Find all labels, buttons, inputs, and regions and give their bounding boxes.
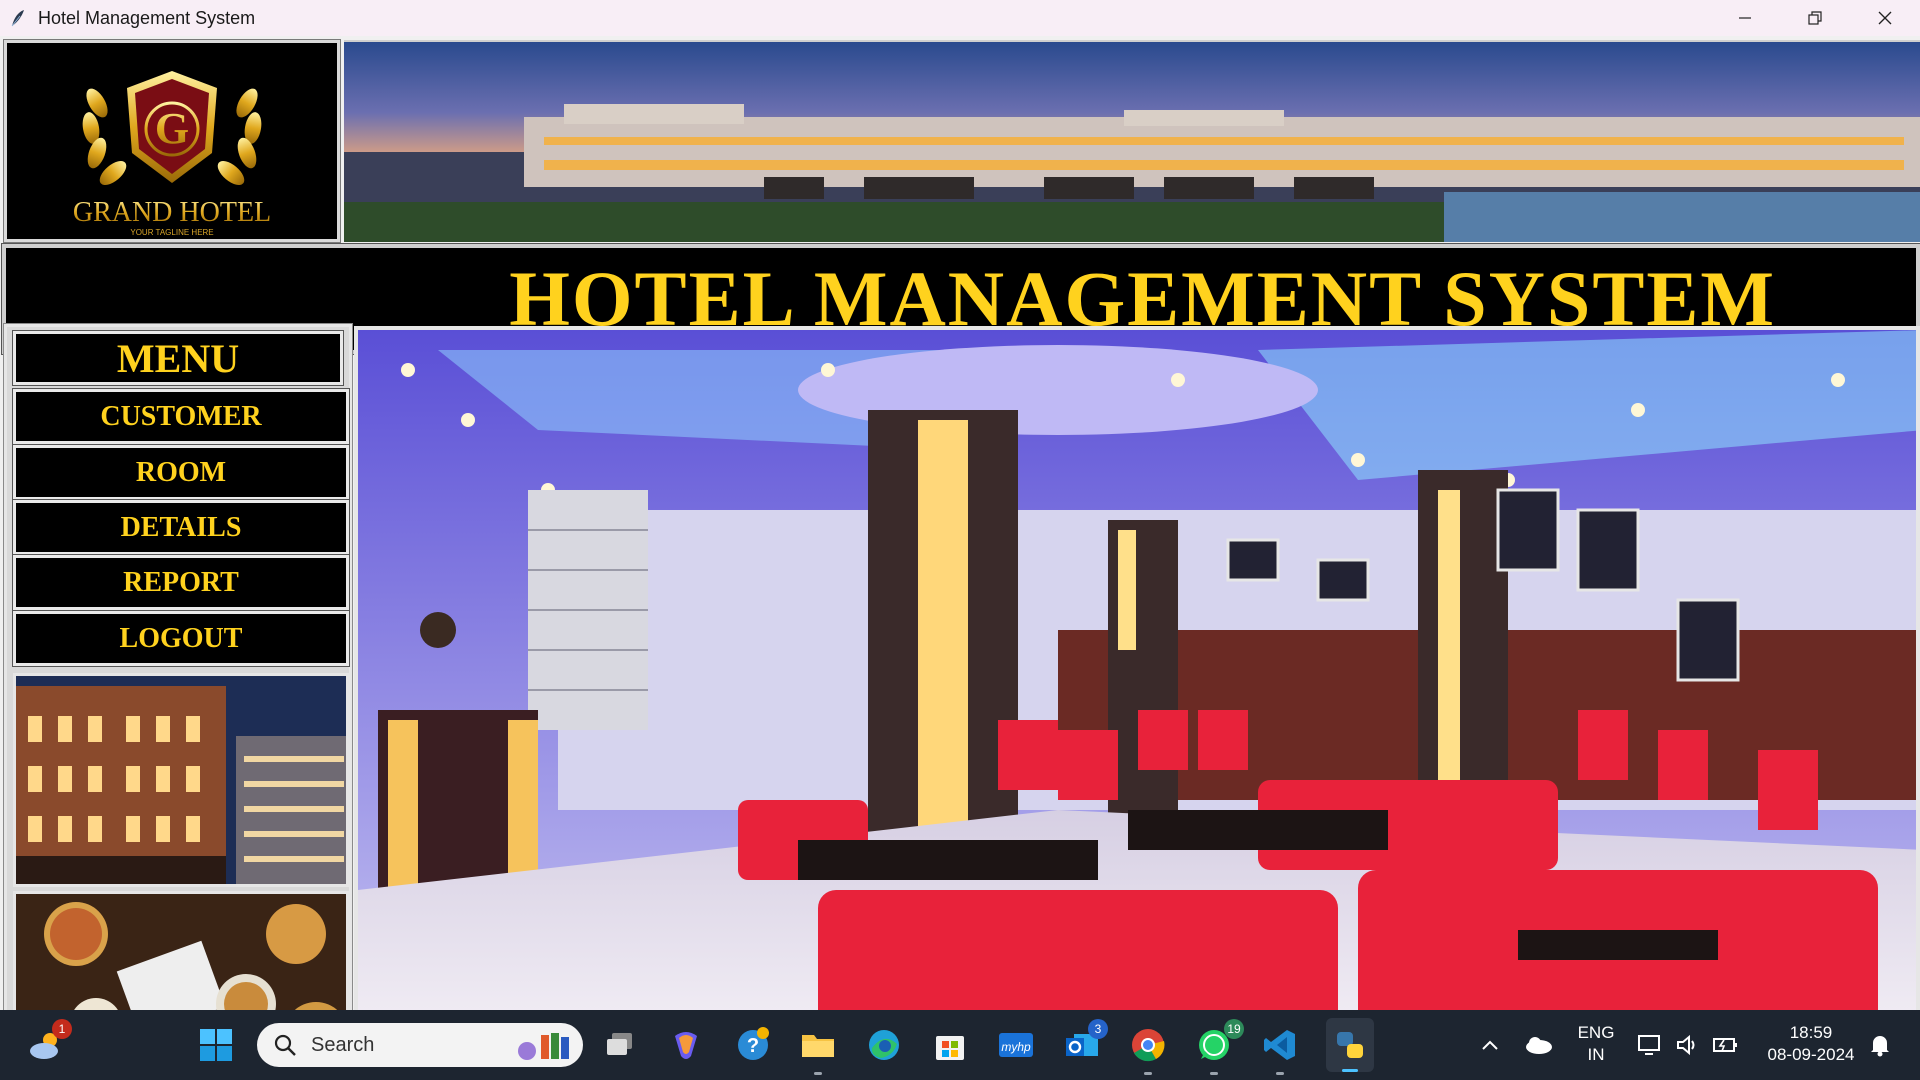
logo-tagline: YOUR TAGLINE HERE <box>130 228 213 237</box>
chrome-icon <box>1132 1029 1165 1062</box>
windows-taskbar: 1 Search ? myhp 3 19 ENG IN 18:59 08-09-… <box>0 1010 1920 1080</box>
svg-text:myhp: myhp <box>1001 1040 1031 1054</box>
file-explorer-button[interactable] <box>798 1025 838 1075</box>
network-icon <box>1638 1035 1660 1055</box>
running-indicator <box>814 1072 822 1075</box>
bell-icon <box>1871 1036 1889 1057</box>
logo-brand-text: GRAND HOTEL <box>73 197 271 228</box>
edge-button[interactable] <box>864 1025 904 1065</box>
menu-panel: MENU CUSTOMER ROOM DETAILS REPORT LOGOUT <box>3 323 353 1047</box>
onedrive-button[interactable] <box>1518 1025 1558 1065</box>
python-button[interactable] <box>1326 1018 1374 1072</box>
task-view-icon <box>607 1033 632 1055</box>
region-label: IN <box>1587 1045 1605 1064</box>
minimize-icon <box>1739 17 1751 19</box>
edge-icon <box>869 1030 899 1060</box>
language-indicator[interactable]: ENG IN <box>1576 1022 1616 1066</box>
vscode-button[interactable] <box>1260 1025 1300 1075</box>
myhp-button[interactable]: myhp <box>996 1025 1036 1065</box>
app-feather-icon <box>11 10 24 27</box>
hotel-logo: G GRAND HOTEL YOUR TAGLINE HERE <box>3 39 341 243</box>
active-indicator <box>1342 1069 1358 1072</box>
taskbar-search-box[interactable]: Search <box>257 1023 583 1067</box>
file-explorer-icon <box>802 1035 834 1057</box>
copilot-icon <box>675 1032 697 1059</box>
network-button[interactable] <box>1630 1025 1670 1065</box>
close-icon <box>1878 11 1892 25</box>
laurel-crest-icon: G GRAND HOTEL YOUR TAGLINE HERE <box>73 71 271 237</box>
hotel-building-image <box>13 673 349 887</box>
menu-title: MENU <box>12 330 344 386</box>
show-hidden-icons-button[interactable] <box>1470 1025 1510 1065</box>
restore-button[interactable] <box>1780 0 1850 36</box>
search-highlight-icon <box>518 1033 569 1060</box>
clock-time: 18:59 <box>1789 1023 1833 1042</box>
running-indicator <box>1144 1072 1152 1075</box>
cloud-icon <box>1526 1037 1552 1054</box>
help-button[interactable]: ? <box>733 1025 773 1065</box>
clock[interactable]: 18:59 08-09-2024 <box>1756 1022 1866 1066</box>
start-button[interactable] <box>196 1025 236 1065</box>
hotel-banner-image <box>344 40 1920 242</box>
clock-date: 08-09-2024 <box>1767 1045 1855 1064</box>
store-button[interactable] <box>930 1025 970 1065</box>
volume-button[interactable] <box>1668 1025 1708 1065</box>
store-icon <box>936 1036 964 1060</box>
windows-start-icon <box>200 1029 232 1061</box>
whatsapp-badge: 19 <box>1224 1019 1244 1039</box>
outlook-badge: 3 <box>1088 1019 1108 1039</box>
search-placeholder: Search <box>311 1033 375 1056</box>
restore-icon <box>1808 11 1822 25</box>
window-title: Hotel Management System <box>38 7 256 28</box>
logout-button[interactable]: LOGOUT <box>12 610 350 667</box>
outlook-button[interactable]: 3 <box>1062 1019 1108 1065</box>
running-indicator <box>1210 1072 1218 1075</box>
logo-initial: G <box>155 104 189 153</box>
notifications-button[interactable] <box>1860 1025 1900 1065</box>
running-indicator <box>1276 1072 1284 1075</box>
volume-icon <box>1677 1034 1695 1056</box>
report-button[interactable]: REPORT <box>12 554 350 611</box>
hotel-restaurant-image <box>354 326 1920 1046</box>
customer-button[interactable]: CUSTOMER <box>12 388 350 445</box>
vscode-icon <box>1264 1030 1295 1060</box>
help-icon: ? <box>738 1027 769 1060</box>
python-icon <box>1337 1032 1363 1058</box>
svg-text:?: ? <box>747 1035 759 1057</box>
language-label: ENG <box>1577 1023 1615 1042</box>
battery-button[interactable] <box>1706 1025 1746 1065</box>
search-icon <box>274 1034 296 1056</box>
whatsapp-button[interactable]: 19 <box>1194 1019 1244 1075</box>
title-bar: Hotel Management System <box>0 0 1920 36</box>
room-button[interactable]: ROOM <box>12 444 350 501</box>
close-button[interactable] <box>1850 0 1920 36</box>
app-window: G GRAND HOTEL YOUR TAGLINE HERE HOTEL MA… <box>0 36 1920 1047</box>
chrome-button[interactable] <box>1128 1025 1168 1075</box>
chevron-up-icon <box>1482 1040 1498 1050</box>
details-button[interactable]: DETAILS <box>12 499 350 556</box>
battery-icon <box>1713 1038 1737 1052</box>
myhp-icon: myhp <box>999 1033 1033 1057</box>
copilot-button[interactable] <box>666 1025 706 1065</box>
task-view-button[interactable] <box>600 1025 640 1065</box>
weather-badge: 1 <box>52 1019 72 1039</box>
weather-widget[interactable]: 1 <box>26 1019 72 1065</box>
minimize-button[interactable] <box>1710 0 1780 36</box>
